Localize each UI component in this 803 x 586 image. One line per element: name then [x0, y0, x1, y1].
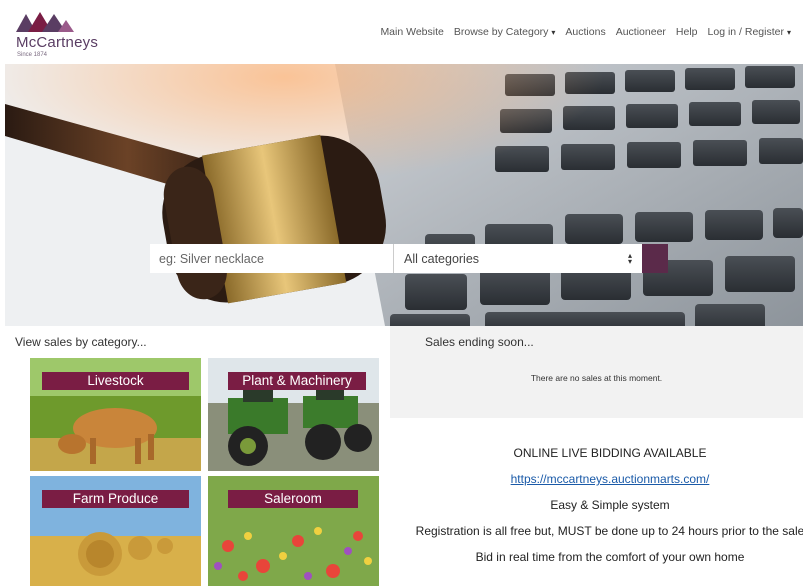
category-select-value: All categories: [404, 251, 480, 266]
live-bidding-title: ONLINE LIVE BIDDING AVAILABLE: [513, 446, 707, 460]
tile-label: Plant & Machinery: [228, 372, 366, 390]
main-nav: Main Website Browse by Category ▾ Auction…: [380, 26, 791, 38]
nav-auctioneer[interactable]: Auctioneer: [616, 26, 666, 38]
site-header: McCartneys Since 1874 Main Website Brows…: [0, 0, 803, 64]
sales-empty-message: There are no sales at this moment.: [530, 373, 663, 383]
caret-down-icon: ▾: [551, 27, 556, 37]
sales-heading: Sales ending soon...: [425, 335, 534, 349]
nav-label: Browse by Category: [453, 26, 549, 38]
nav-help[interactable]: Help: [676, 26, 698, 38]
nav-label: Help: [675, 26, 698, 38]
category-tile-livestock[interactable]: Livestock: [30, 358, 201, 471]
gavel-keyboard-image: [5, 64, 803, 326]
brand-since: Since 1874: [17, 52, 48, 58]
nav-login-register[interactable]: Log in / Register ▾: [708, 26, 791, 38]
live-bidding-line2: Registration is all free but, MUST be do…: [415, 524, 803, 538]
hero-banner: All categories ▴▾: [5, 64, 803, 326]
tile-label: Livestock: [42, 372, 189, 390]
nav-label: Log in / Register: [707, 26, 784, 38]
nav-label: Auctioneer: [615, 26, 666, 38]
nav-browse-by-category[interactable]: Browse by Category ▾: [454, 26, 556, 38]
nav-auctions[interactable]: Auctions: [565, 26, 605, 38]
logo-mark-icon: [16, 12, 74, 32]
category-tile-saleroom[interactable]: Saleroom: [208, 476, 379, 586]
live-bidding-line3: Bid in real time from the comfort of you…: [475, 550, 745, 564]
nav-main-website[interactable]: Main Website: [380, 26, 443, 38]
live-bidding-info: ONLINE LIVE BIDDING AVAILABLE https://mc…: [400, 440, 803, 570]
search-icon: [150, 244, 161, 255]
categories-heading: View sales by category...: [15, 335, 147, 349]
live-bidding-line1: Easy & Simple system: [550, 498, 670, 512]
search-button[interactable]: [150, 244, 668, 273]
select-arrows-icon: ▴ ▾: [627, 250, 632, 266]
tile-label: Saleroom: [228, 490, 358, 508]
category-tile-farm-produce[interactable]: Farm Produce: [30, 476, 201, 586]
category-select[interactable]: All categories ▴ ▾: [393, 244, 642, 273]
nav-label: Auctions: [565, 26, 606, 38]
tile-label: Farm Produce: [42, 490, 189, 508]
auctionmarts-link[interactable]: https://mccartneys.auctionmarts.com/: [511, 472, 710, 486]
mccartneys-logo[interactable]: McCartneys Since 1874: [16, 10, 136, 60]
category-tile-plant-machinery[interactable]: Plant & Machinery: [208, 358, 379, 471]
search-bar: All categories ▴▾: [150, 244, 668, 273]
live-bidding-link-row: https://mccartneys.auctionmarts.com/: [400, 466, 803, 492]
caret-down-icon: ▾: [786, 27, 791, 37]
search-input[interactable]: [150, 244, 393, 273]
brand-name: McCartneys: [16, 34, 99, 51]
nav-label: Main Website: [380, 26, 444, 38]
